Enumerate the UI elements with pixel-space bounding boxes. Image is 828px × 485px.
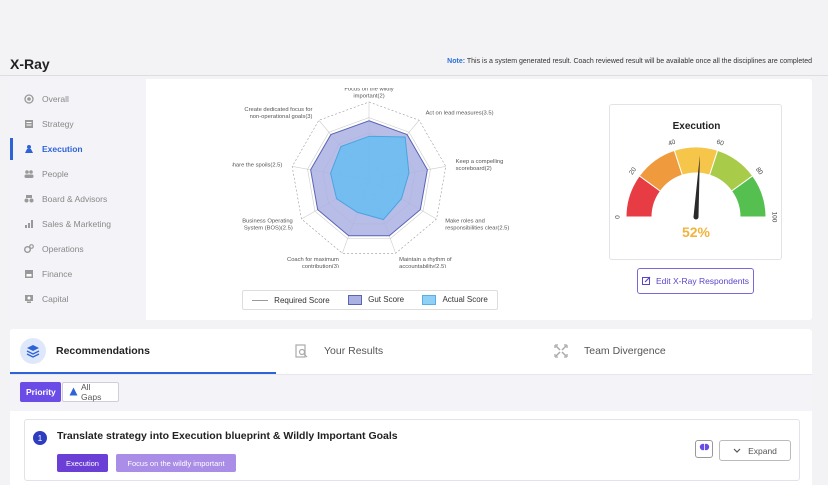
sidebar-item-label: Operations xyxy=(42,244,84,254)
radar-axis-label: Act on lead measures(3.5) xyxy=(426,111,494,117)
gauge-needle-hub xyxy=(693,214,699,220)
sidebar-item-label: Board & Advisors xyxy=(42,194,108,204)
sidebar-item-operations[interactable]: Operations xyxy=(10,238,146,260)
sales-icon xyxy=(24,219,34,229)
gauge-tick-label: 60 xyxy=(716,139,725,148)
expand-button[interactable]: Expand xyxy=(719,440,791,461)
tab-label: Your Results xyxy=(324,345,384,357)
legend-gut: Gut Score xyxy=(348,295,404,305)
legend-gut-swatch xyxy=(348,295,363,305)
recommendation-item: 1 Translate strategy into Execution blue… xyxy=(24,419,800,481)
sidebar-item-capital[interactable]: Capital xyxy=(10,288,146,310)
legend-actual: Actual Score xyxy=(422,295,488,305)
operations-icon xyxy=(24,244,34,254)
sidebar-item-label: Strategy xyxy=(42,119,74,129)
radar-axis-label: Create dedicated focus for non-operationa… xyxy=(244,107,312,120)
radar-axis-label: Business Operating System (BOS)(2.5) xyxy=(242,219,293,232)
report-icon xyxy=(288,338,314,364)
gauge-tick-label: 80 xyxy=(754,166,764,176)
gauge-tick-label: 100 xyxy=(770,212,777,223)
gauge-value: 52% xyxy=(682,224,711,240)
all-gaps-label: All Gaps xyxy=(81,382,102,402)
note-label: Note: xyxy=(447,58,466,65)
tab-recommendations[interactable]: Recommendations xyxy=(20,329,150,373)
all-gaps-filter-button[interactable]: All Gaps xyxy=(62,382,119,402)
sidebar-item-label: Finance xyxy=(42,269,73,279)
sidebar-item-sales-marketing[interactable]: Sales & Marketing xyxy=(10,213,146,235)
brain-icon-button[interactable] xyxy=(695,440,713,458)
sidebar-item-board-advisors[interactable]: Board & Advisors xyxy=(10,188,146,210)
radar-chart: Focus on the wildly important(2) Act on le… xyxy=(232,88,509,268)
subdiscipline-tag: Focus on the wildly important xyxy=(116,454,236,472)
sidebar-item-label: Sales & Marketing xyxy=(42,219,111,229)
discipline-tag: Execution xyxy=(57,454,108,472)
execution-gauge-card: Execution 0 20 40 60 80 100 52% xyxy=(609,104,782,260)
gauge-tick-label: 40 xyxy=(667,138,676,147)
title-divider xyxy=(0,75,828,76)
chevron-down-icon xyxy=(733,446,741,456)
discipline-sidebar: Overall Strategy Execution People Board … xyxy=(10,79,146,320)
radar-axis-label: Maintain a rhythm of accountability(2.5) xyxy=(399,257,452,268)
radar-axis-label: Share the spoils(2.5) xyxy=(232,163,282,169)
recommendation-number: 1 xyxy=(33,431,47,445)
layers-icon xyxy=(20,338,46,364)
sidebar-item-overall[interactable]: Overall xyxy=(10,88,146,110)
gauge-tick-label: 0 xyxy=(615,215,622,219)
radar-axis-label: Keep a compelling scoreboard(2) xyxy=(456,159,504,172)
execution-gauge: 0 20 40 60 80 100 52% xyxy=(615,138,778,240)
recommendation-title: Translate strategy into Execution bluepr… xyxy=(57,430,398,442)
sidebar-item-people[interactable]: People xyxy=(10,163,146,185)
capital-icon xyxy=(24,294,34,304)
edit-icon xyxy=(641,276,651,287)
execution-icon xyxy=(24,144,34,154)
board-icon xyxy=(24,194,34,204)
radar-axis-label: Make roles and responsibilities clear(2.5… xyxy=(445,219,509,232)
brain-icon xyxy=(699,440,710,458)
top-bar xyxy=(0,0,828,40)
radar-axis-label: Focus on the wildly important(2) xyxy=(344,88,393,100)
edit-xray-respondents-button[interactable]: Edit X-Ray Respondents xyxy=(637,268,754,294)
sidebar-item-label: Overall xyxy=(42,94,69,104)
radar-axis-label: Coach for maximum contribution(3) xyxy=(287,257,339,268)
priority-filter-button[interactable]: Priority xyxy=(20,382,61,402)
note-text: This is a system generated result. Coach… xyxy=(465,58,812,65)
gauge-tick-label: 20 xyxy=(628,166,638,176)
warning-icon xyxy=(69,387,78,398)
edit-button-label: Edit X-Ray Respondents xyxy=(655,276,750,286)
sidebar-item-strategy[interactable]: Strategy xyxy=(10,113,146,135)
tab-label: Team Divergence xyxy=(584,345,666,357)
legend-required: Required Score xyxy=(252,296,330,305)
divergence-icon xyxy=(548,338,574,364)
legend-gut-label: Gut Score xyxy=(368,295,405,305)
radar-legend: Required Score Gut Score Actual Score xyxy=(242,290,498,310)
strategy-icon xyxy=(24,119,34,129)
system-note: Note: This is a system generated result.… xyxy=(447,58,812,65)
tab-label: Recommendations xyxy=(56,345,150,357)
results-card: Recommendations Your Results Team Diverg… xyxy=(10,329,812,485)
target-icon xyxy=(24,94,34,104)
tab-team-divergence[interactable]: Team Divergence xyxy=(548,329,666,373)
sidebar-item-finance[interactable]: Finance xyxy=(10,263,146,285)
page-title: X-Ray xyxy=(10,56,50,72)
expand-label: Expand xyxy=(748,445,777,456)
legend-actual-swatch xyxy=(422,295,437,305)
tab-your-results[interactable]: Your Results xyxy=(288,329,383,373)
legend-required-label: Required Score xyxy=(274,295,330,305)
sidebar-item-label: People xyxy=(42,169,69,179)
legend-actual-label: Actual Score xyxy=(442,295,488,305)
people-icon xyxy=(24,169,34,179)
sidebar-item-label: Capital xyxy=(42,294,69,304)
filters-strip xyxy=(10,375,812,411)
finance-icon xyxy=(24,269,34,279)
sidebar-item-execution[interactable]: Execution xyxy=(10,138,146,160)
legend-required-swatch xyxy=(252,299,269,301)
sidebar-item-label: Execution xyxy=(42,144,83,154)
